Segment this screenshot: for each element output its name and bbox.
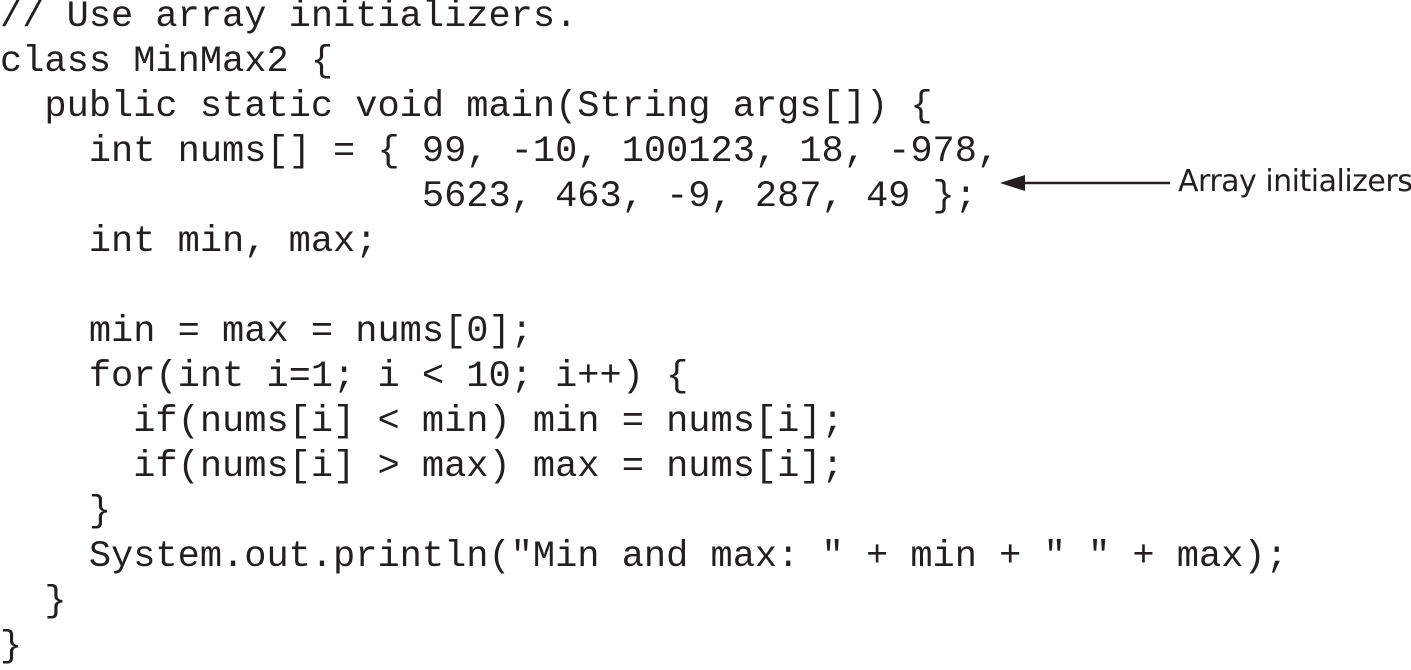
callout-arrow-icon xyxy=(1000,175,1170,191)
code-line-println: System.out.println("Min and max: " + min… xyxy=(0,536,1288,578)
code-line-main-close: } xyxy=(0,581,67,623)
code-line-for-loop: for(int i=1; i < 10; i++) { xyxy=(0,356,689,398)
code-listing: // Use array initializers. class MinMax2 … xyxy=(0,0,1288,670)
callout-arrow-head xyxy=(1000,175,1025,191)
code-line-if-min: if(nums[i] < min) min = nums[i]; xyxy=(0,401,844,443)
code-line-if-max: if(nums[i] > max) max = nums[i]; xyxy=(0,446,844,488)
code-line-class-decl: class MinMax2 { xyxy=(0,41,334,83)
code-line-var-decl: int min, max; xyxy=(0,221,378,263)
callout-label: Array initializers xyxy=(1178,164,1411,199)
code-line-for-close: } xyxy=(0,491,112,533)
code-line-comment: // Use array initializers. xyxy=(0,0,578,38)
code-line-class-close: } xyxy=(0,626,23,668)
code-line-assign: min = max = nums[0]; xyxy=(0,311,533,353)
code-line-main-decl: public static void main(String args[]) { xyxy=(0,86,933,128)
